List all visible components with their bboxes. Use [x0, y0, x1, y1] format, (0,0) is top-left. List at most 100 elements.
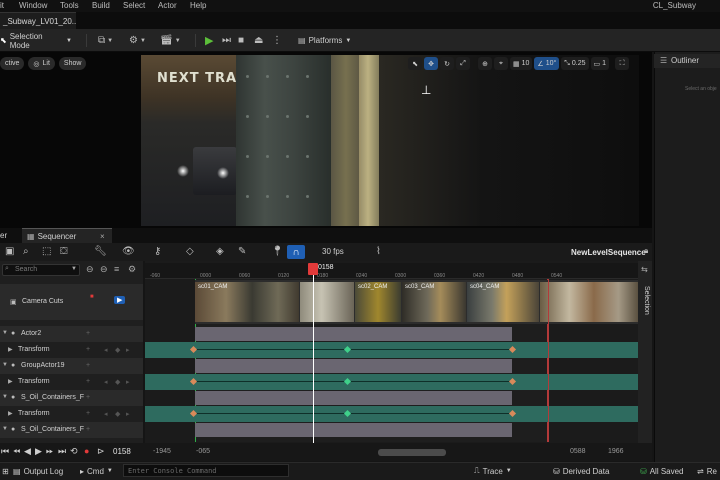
step-button[interactable]: ⏭︎: [222, 33, 231, 48]
add-track-icon[interactable]: +: [86, 426, 90, 433]
add-key-icon[interactable]: ◆: [115, 378, 120, 386]
viewport-scene[interactable]: NEXT TRA ⊥: [141, 55, 639, 226]
perspective-button[interactable]: ctive: [0, 57, 25, 70]
camera-cut-lock-button[interactable]: ▶: [114, 296, 126, 304]
keyframe[interactable]: [343, 345, 352, 354]
frame-rate-dropdown[interactable]: 30 fps: [322, 247, 344, 256]
collapse-arrow-icon[interactable]: ▼: [2, 330, 8, 336]
maximize-viewport-button[interactable]: ⛶: [615, 57, 630, 70]
pin-icon[interactable]: 📍︎: [271, 246, 284, 257]
next-key-icon[interactable]: ▸: [126, 378, 130, 386]
keyframe[interactable]: [508, 409, 517, 418]
eject-button[interactable]: ⏏: [254, 33, 263, 48]
content-drawer-button[interactable]: ⊞: [2, 465, 9, 477]
play-icon[interactable]: ▶: [35, 446, 42, 457]
fill-icon[interactable]: ◈: [216, 246, 224, 257]
menu-tools[interactable]: Tools: [60, 1, 79, 10]
shot-section[interactable]: sc02_CAM: [355, 282, 401, 322]
time-ruler[interactable]: -060 0000 0060 0120 0180 0240 0300 0360 0420 0480…: [145, 263, 638, 279]
select-mode-button[interactable]: ⬉: [408, 57, 422, 70]
prev-key-icon[interactable]: ◂: [104, 378, 108, 386]
shot-section[interactable]: [540, 282, 638, 322]
add-content-button[interactable]: ⧉ ▼: [98, 33, 113, 48]
playback-end-marker[interactable]: [548, 279, 549, 442]
curve-editor-icon[interactable]: ⌇: [376, 246, 381, 257]
scale-button[interactable]: ⤢: [456, 57, 470, 70]
prev-frame-icon[interactable]: ⏪︎: [13, 446, 20, 457]
transform-row[interactable]: ▶ Transform + ◂ ◆ ▸: [0, 342, 143, 358]
keyframe[interactable]: [189, 409, 198, 418]
transform-section-bar[interactable]: [145, 374, 638, 390]
scale-snap-button[interactable]: ⤡ 0.25: [561, 57, 589, 70]
save-status-button[interactable]: ⛁ All Saved: [640, 465, 684, 477]
save-icon[interactable]: ▣: [5, 246, 14, 257]
shot-section[interactable]: sc01_CAM: [195, 282, 299, 322]
console-input[interactable]: Enter Console Command: [123, 464, 289, 477]
keyframe[interactable]: [189, 345, 198, 354]
angle-snap-button[interactable]: ∠ 10°: [534, 57, 560, 70]
collapse-arrow-icon[interactable]: ▼: [2, 394, 8, 400]
view-start[interactable]: -065: [196, 448, 210, 455]
close-icon[interactable]: ×: [100, 232, 105, 241]
key-diamond-icon[interactable]: ◇: [186, 246, 194, 257]
rotate-button[interactable]: ↻: [440, 57, 454, 70]
world-local-button[interactable]: ⊕: [478, 57, 492, 70]
view-mode-button[interactable]: ◎ Lit: [28, 57, 55, 70]
list-icon[interactable]: ≡: [114, 264, 119, 274]
lock-icon[interactable]: 🔒︎: [644, 246, 648, 256]
output-log-button[interactable]: ▤ Output Log: [13, 465, 63, 477]
menu-actor[interactable]: Actor: [158, 1, 177, 10]
expand-arrow-icon[interactable]: ▶: [8, 410, 13, 417]
menu-select[interactable]: Select: [123, 1, 145, 10]
next-key-icon[interactable]: ▸: [126, 410, 130, 418]
derived-data-button[interactable]: ⛁ Derived Data: [553, 465, 609, 477]
range-end[interactable]: 1966: [608, 448, 624, 455]
platforms-dropdown[interactable]: ▤ Platforms ▼: [298, 33, 351, 48]
actor-row[interactable]: ▼ ● GroupActor19 +: [0, 358, 143, 374]
transform-gizmo-icon[interactable]: ⊥: [421, 83, 431, 97]
shot-section[interactable]: sc04_CAM: [467, 282, 539, 322]
outliner-title[interactable]: Outliner: [671, 56, 699, 65]
next-key-icon[interactable]: ▸: [126, 346, 130, 354]
add-track-icon[interactable]: +: [86, 378, 90, 385]
keyframe[interactable]: [508, 377, 517, 386]
revision-control-button[interactable]: ⇌ Re: [697, 465, 717, 477]
track-search-input[interactable]: ⌕ Search ▼: [2, 264, 80, 276]
show-button[interactable]: Show: [58, 57, 87, 70]
wrench-icon[interactable]: 🔧︎: [94, 246, 107, 257]
tab-partial[interactable]: er: [0, 228, 12, 243]
light-gizmo-icon[interactable]: [177, 165, 189, 177]
camera-cuts-track[interactable]: sc01_CAM sc02_CAM sc03_CAM sc04_CAM: [195, 280, 638, 324]
play-reverse-icon[interactable]: ◀: [24, 446, 31, 457]
surface-snap-button[interactable]: ⌖: [494, 57, 508, 70]
actor-section-bar[interactable]: [195, 423, 512, 437]
add-track-icon[interactable]: +: [86, 394, 90, 401]
jump-end-icon[interactable]: ⏭︎: [58, 446, 66, 457]
record-icon[interactable]: ●: [84, 446, 89, 456]
prev-key-icon[interactable]: ◂: [104, 346, 108, 354]
translate-button[interactable]: ✥: [424, 57, 438, 70]
camera-speed-button[interactable]: ▭ 1: [590, 57, 610, 70]
search-icon[interactable]: ⌕: [23, 246, 29, 257]
stop-button[interactable]: ■: [238, 33, 244, 48]
add-track-icon[interactable]: +: [86, 410, 90, 417]
blueprint-button[interactable]: ⚙ ▼: [129, 33, 146, 48]
key-icon[interactable]: ⚷: [154, 246, 161, 257]
render-movie-icon[interactable]: ⬚: [42, 246, 51, 257]
menu-build[interactable]: Build: [92, 1, 110, 10]
keyframe[interactable]: [343, 377, 352, 386]
gear-icon[interactable]: ⚙: [128, 264, 136, 275]
light-gizmo-icon[interactable]: [217, 167, 229, 179]
add-track-icon[interactable]: +: [86, 362, 90, 369]
actor-section-bar[interactable]: [195, 327, 512, 341]
lock-camera-icon[interactable]: ■: [90, 294, 94, 300]
add-track-icon[interactable]: +: [86, 346, 90, 353]
prev-key-icon[interactable]: ◂: [104, 410, 108, 418]
actor-section-bar[interactable]: [195, 359, 512, 373]
transform-row[interactable]: ▶ Transform + ◂ ◆ ▸: [0, 406, 143, 422]
filter-icon[interactable]: ⊖: [86, 264, 94, 275]
shot-section[interactable]: [300, 282, 354, 322]
timeline-scrollbar[interactable]: [378, 449, 446, 456]
cmd-dropdown[interactable]: ▸ Cmd ▼: [80, 465, 113, 477]
playhead-handle[interactable]: [308, 263, 318, 275]
